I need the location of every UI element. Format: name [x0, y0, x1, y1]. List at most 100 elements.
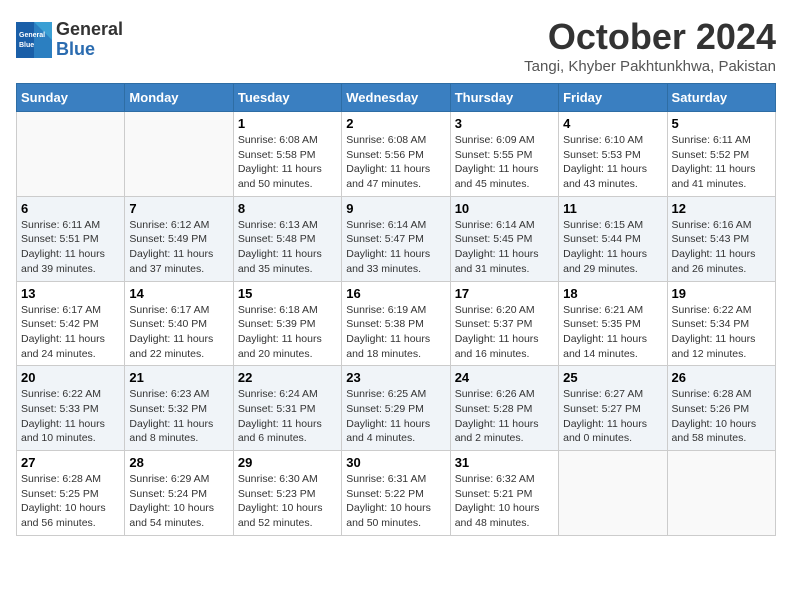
day-info: Sunrise: 6:22 AMSunset: 5:33 PMDaylight:…	[21, 387, 120, 446]
calendar-cell: 8Sunrise: 6:13 AMSunset: 5:48 PMDaylight…	[233, 196, 341, 281]
calendar-cell: 26 Sunrise: 6:28 AMSunset: 5:26 PMDayligh…	[667, 366, 775, 451]
logo-icon: General Blue	[16, 22, 52, 58]
day-info: Sunrise: 6:25 AMSunset: 5:29 PMDaylight:…	[346, 387, 445, 446]
day-info: Sunrise: 6:12 AMSunset: 5:49 PMDaylight:…	[129, 218, 228, 277]
calendar-table: SundayMondayTuesdayWednesdayThursdayFrid…	[16, 83, 776, 536]
calendar-cell: 19Sunrise: 6:22 AMSunset: 5:34 PMDayligh…	[667, 281, 775, 366]
calendar-cell: 28Sunrise: 6:29 AMSunset: 5:24 PMDayligh…	[125, 451, 233, 536]
day-number: 16	[346, 286, 445, 301]
page-header: General Blue General Blue October 2024 T…	[16, 16, 776, 75]
weekday-header-thursday: Thursday	[450, 84, 558, 112]
logo: General Blue General Blue	[16, 20, 123, 60]
day-info: Sunrise: 6:27 AMSunset: 5:27 PMDaylight:…	[563, 387, 662, 446]
calendar-cell: 27 Sunrise: 6:28 AMSunset: 5:25 PMDayligh…	[17, 451, 125, 536]
calendar-cell: 11Sunrise: 6:15 AMSunset: 5:44 PMDayligh…	[559, 196, 667, 281]
calendar-cell: 25 Sunrise: 6:27 AMSunset: 5:27 PMDayligh…	[559, 366, 667, 451]
calendar-cell: 10 Sunrise: 6:14 AMSunset: 5:45 PMDayligh…	[450, 196, 558, 281]
calendar-cell: 14Sunrise: 6:17 AMSunset: 5:40 PMDayligh…	[125, 281, 233, 366]
day-number: 6	[21, 201, 120, 216]
day-info: Sunrise: 6:17 AMSunset: 5:40 PMDaylight:…	[129, 303, 228, 362]
day-number: 3	[455, 116, 554, 131]
calendar-week-row: 1Sunrise: 6:08 AMSunset: 5:58 PMDaylight…	[17, 112, 776, 197]
day-info: Sunrise: 6:21 AMSunset: 5:35 PMDaylight:…	[563, 303, 662, 362]
day-number: 2	[346, 116, 445, 131]
calendar-cell: 13 Sunrise: 6:17 AMSunset: 5:42 PMDayligh…	[17, 281, 125, 366]
logo-general-text: General	[56, 20, 123, 40]
weekday-header-row: SundayMondayTuesdayWednesdayThursdayFrid…	[17, 84, 776, 112]
calendar-cell: 17Sunrise: 6:20 AMSunset: 5:37 PMDayligh…	[450, 281, 558, 366]
weekday-header-monday: Monday	[125, 84, 233, 112]
day-number: 21	[129, 370, 228, 385]
calendar-cell	[667, 451, 775, 536]
calendar-cell: 18 Sunrise: 6:21 AMSunset: 5:35 PMDayligh…	[559, 281, 667, 366]
weekday-header-friday: Friday	[559, 84, 667, 112]
calendar-cell: 16Sunrise: 6:19 AMSunset: 5:38 PMDayligh…	[342, 281, 450, 366]
day-info: Sunrise: 6:26 AMSunset: 5:28 PMDaylight:…	[455, 387, 554, 446]
day-info: Sunrise: 6:32 AMSunset: 5:21 PMDaylight:…	[455, 472, 554, 531]
calendar-cell: 6Sunrise: 6:11 AMSunset: 5:51 PMDaylight…	[17, 196, 125, 281]
day-info: Sunrise: 6:08 AMSunset: 5:56 PMDaylight:…	[346, 133, 445, 192]
calendar-cell: 21 Sunrise: 6:23 AMSunset: 5:32 PMDayligh…	[125, 366, 233, 451]
day-number: 7	[129, 201, 228, 216]
calendar-week-row: 6Sunrise: 6:11 AMSunset: 5:51 PMDaylight…	[17, 196, 776, 281]
day-info: Sunrise: 6:28 AMSunset: 5:26 PMDaylight:…	[672, 387, 771, 446]
calendar-cell	[125, 112, 233, 197]
day-number: 13	[21, 286, 120, 301]
location-subtitle: Tangi, Khyber Pakhtunkhwa, Pakistan	[524, 58, 776, 75]
weekday-header-wednesday: Wednesday	[342, 84, 450, 112]
calendar-cell: 30Sunrise: 6:31 AMSunset: 5:22 PMDayligh…	[342, 451, 450, 536]
day-number: 8	[238, 201, 337, 216]
calendar-week-row: 27 Sunrise: 6:28 AMSunset: 5:25 PMDayligh…	[17, 451, 776, 536]
calendar-cell: 20 Sunrise: 6:22 AMSunset: 5:33 PMDayligh…	[17, 366, 125, 451]
day-info: Sunrise: 6:14 AMSunset: 5:47 PMDaylight:…	[346, 218, 445, 277]
calendar-cell: 1Sunrise: 6:08 AMSunset: 5:58 PMDaylight…	[233, 112, 341, 197]
svg-text:Blue: Blue	[19, 42, 34, 49]
calendar-cell: 9 Sunrise: 6:14 AMSunset: 5:47 PMDaylight…	[342, 196, 450, 281]
day-info: Sunrise: 6:17 AMSunset: 5:42 PMDaylight:…	[21, 303, 120, 362]
day-info: Sunrise: 6:08 AMSunset: 5:58 PMDaylight:…	[238, 133, 337, 192]
day-info: Sunrise: 6:30 AMSunset: 5:23 PMDaylight:…	[238, 472, 337, 531]
day-number: 27	[21, 455, 120, 470]
day-number: 24	[455, 370, 554, 385]
day-number: 4	[563, 116, 662, 131]
day-number: 18	[563, 286, 662, 301]
day-number: 10	[455, 201, 554, 216]
calendar-cell: 12Sunrise: 6:16 AMSunset: 5:43 PMDayligh…	[667, 196, 775, 281]
weekday-header-sunday: Sunday	[17, 84, 125, 112]
day-number: 23	[346, 370, 445, 385]
day-info: Sunrise: 6:23 AMSunset: 5:32 PMDaylight:…	[129, 387, 228, 446]
calendar-cell: 5Sunrise: 6:11 AMSunset: 5:52 PMDaylight…	[667, 112, 775, 197]
day-info: Sunrise: 6:14 AMSunset: 5:45 PMDaylight:…	[455, 218, 554, 277]
logo-blue-text: Blue	[56, 40, 123, 60]
calendar-cell: 24 Sunrise: 6:26 AMSunset: 5:28 PMDayligh…	[450, 366, 558, 451]
day-number: 11	[563, 201, 662, 216]
day-info: Sunrise: 6:31 AMSunset: 5:22 PMDaylight:…	[346, 472, 445, 531]
day-number: 5	[672, 116, 771, 131]
calendar-week-row: 20 Sunrise: 6:22 AMSunset: 5:33 PMDayligh…	[17, 366, 776, 451]
day-number: 15	[238, 286, 337, 301]
calendar-cell: 7 Sunrise: 6:12 AMSunset: 5:49 PMDaylight…	[125, 196, 233, 281]
day-info: Sunrise: 6:18 AMSunset: 5:39 PMDaylight:…	[238, 303, 337, 362]
weekday-header-tuesday: Tuesday	[233, 84, 341, 112]
calendar-week-row: 13 Sunrise: 6:17 AMSunset: 5:42 PMDayligh…	[17, 281, 776, 366]
day-info: Sunrise: 6:22 AMSunset: 5:34 PMDaylight:…	[672, 303, 771, 362]
day-number: 26	[672, 370, 771, 385]
month-title: October 2024	[524, 16, 776, 58]
day-number: 9	[346, 201, 445, 216]
day-info: Sunrise: 6:29 AMSunset: 5:24 PMDaylight:…	[129, 472, 228, 531]
calendar-cell	[559, 451, 667, 536]
calendar-cell: 4 Sunrise: 6:10 AMSunset: 5:53 PMDaylight…	[559, 112, 667, 197]
calendar-cell	[17, 112, 125, 197]
calendar-cell: 22Sunrise: 6:24 AMSunset: 5:31 PMDayligh…	[233, 366, 341, 451]
day-number: 31	[455, 455, 554, 470]
day-info: Sunrise: 6:28 AMSunset: 5:25 PMDaylight:…	[21, 472, 120, 531]
day-number: 25	[563, 370, 662, 385]
day-info: Sunrise: 6:10 AMSunset: 5:53 PMDaylight:…	[563, 133, 662, 192]
day-info: Sunrise: 6:09 AMSunset: 5:55 PMDaylight:…	[455, 133, 554, 192]
day-number: 20	[21, 370, 120, 385]
svg-text:General: General	[19, 32, 45, 39]
day-number: 12	[672, 201, 771, 216]
day-info: Sunrise: 6:20 AMSunset: 5:37 PMDaylight:…	[455, 303, 554, 362]
day-number: 22	[238, 370, 337, 385]
weekday-header-saturday: Saturday	[667, 84, 775, 112]
